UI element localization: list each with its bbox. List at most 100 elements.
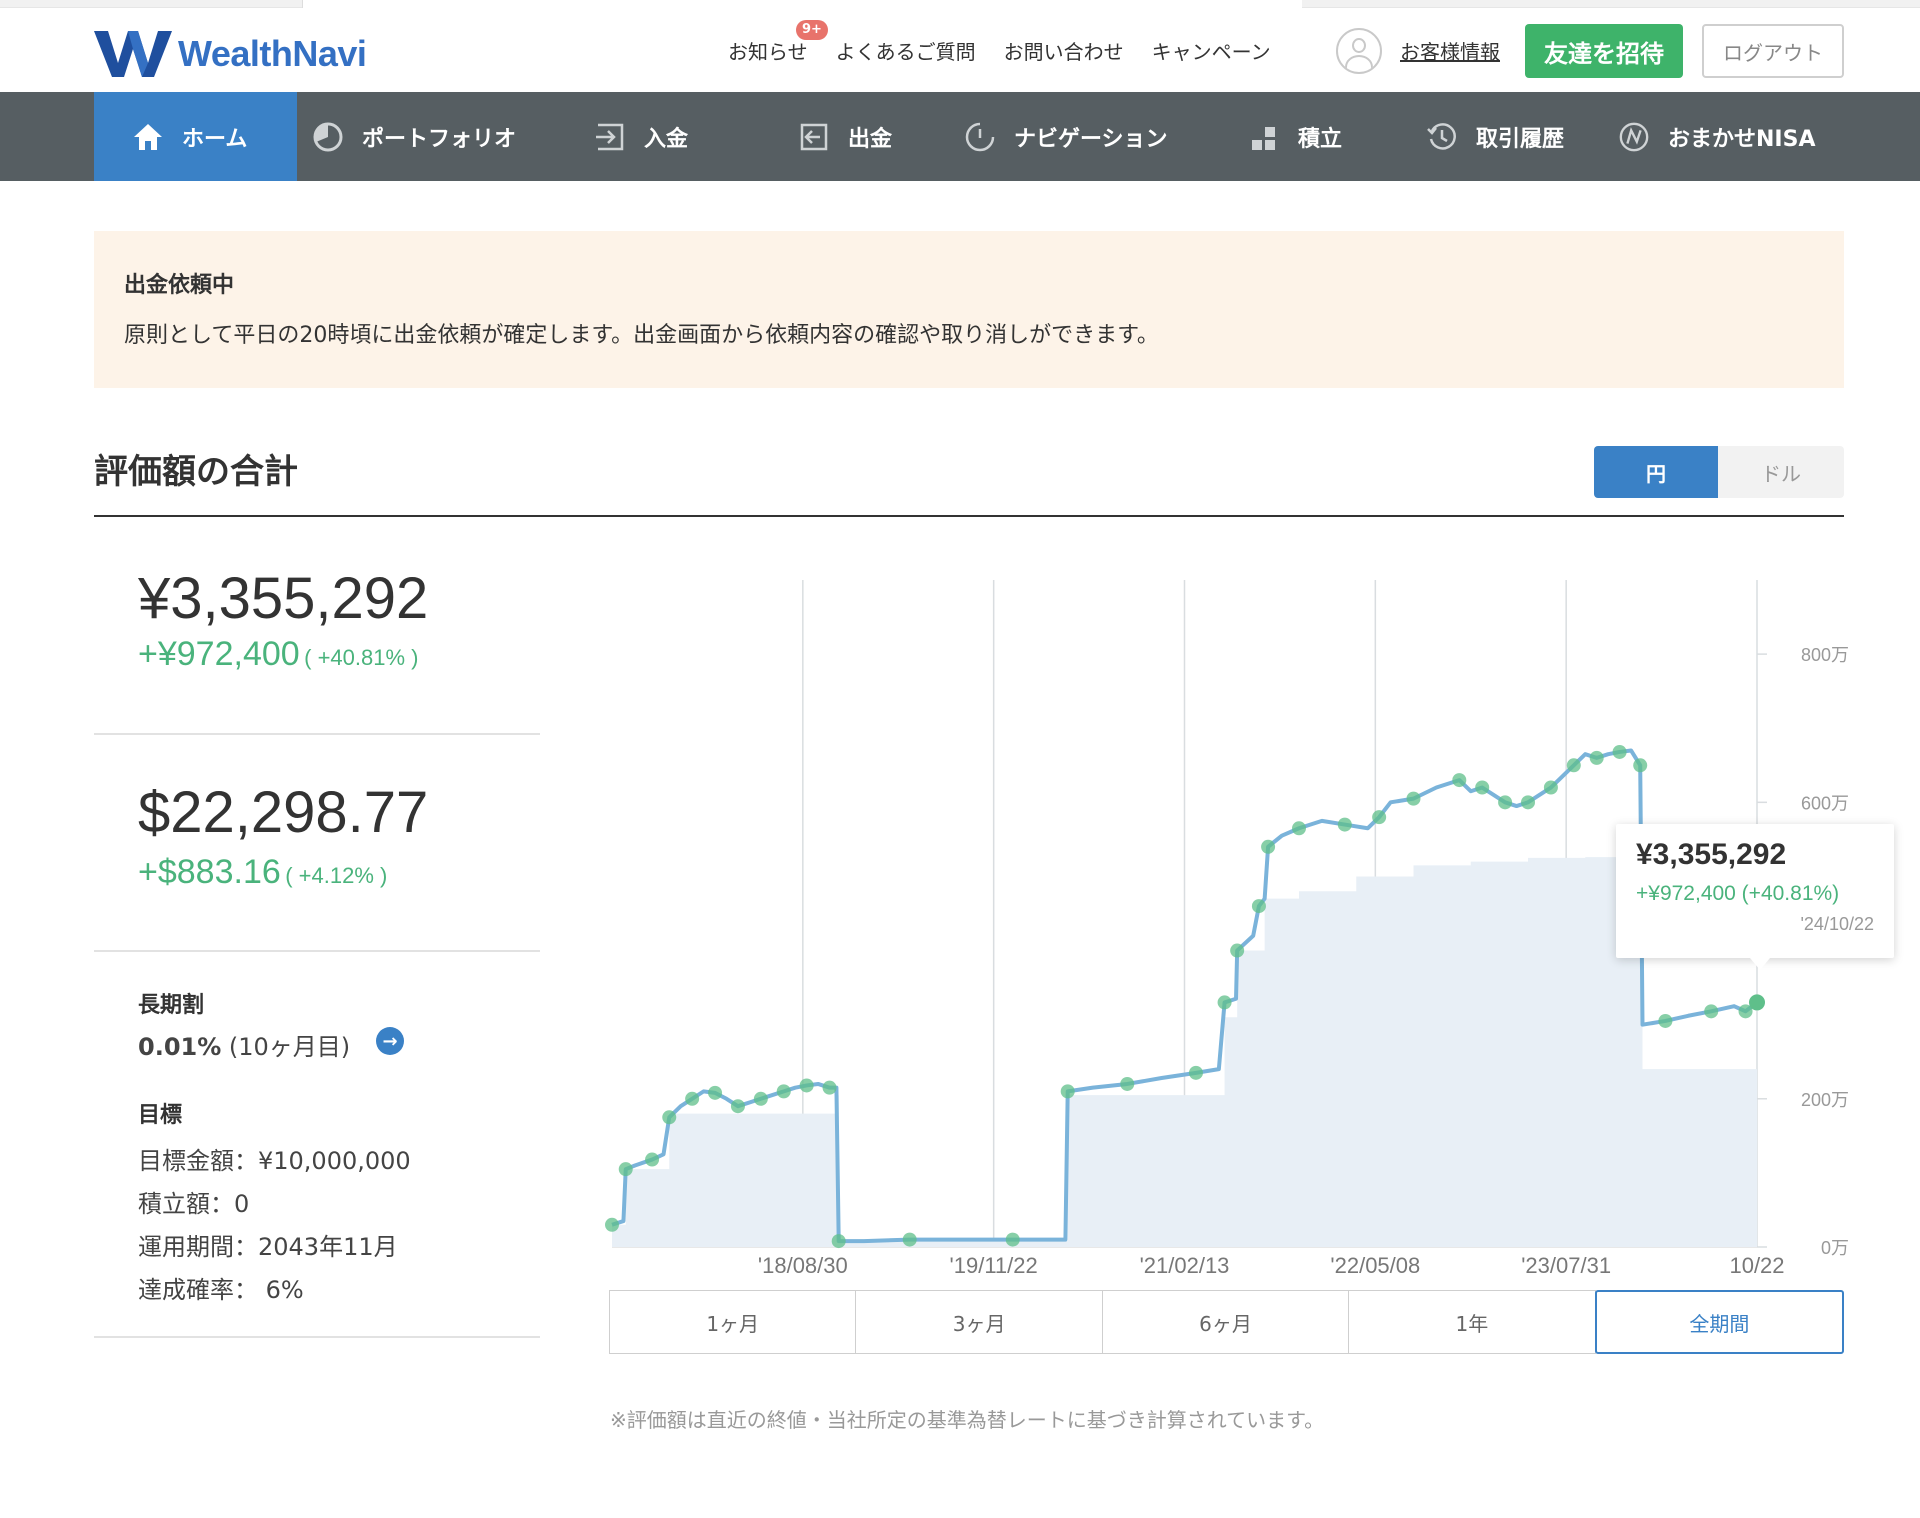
summary-divider	[94, 733, 540, 735]
footnote: ※評価額は直近の終値・当社所定の基準為替レートに基づき計算されています。	[610, 1408, 1325, 1432]
yen-gain: +¥972,400 ( +40.81% )	[138, 635, 418, 674]
home-icon	[132, 121, 164, 153]
alert-message: 原則として平日の20時頃に出金依頼が確定します。出金画面から依頼内容の確認や取り…	[124, 323, 1159, 348]
trade-point	[799, 1078, 814, 1093]
customer-info-link[interactable]: お客様情報	[1400, 36, 1500, 65]
goal-saving: 積立額：0	[138, 1190, 250, 1218]
logout-button[interactable]: ログアウト	[1702, 24, 1844, 78]
logo-w-icon	[94, 31, 172, 77]
currency-yen-button[interactable]: 円	[1594, 446, 1718, 498]
top-header: WealthNavi お知らせ 9+ よくあるご質問 お問い合わせ キャンペーン…	[0, 8, 1920, 92]
range-selector: 1ヶ月 3ヶ月 6ヶ月 1年 全期間	[609, 1290, 1845, 1354]
discount-months: (10ヶ月目)	[228, 1033, 351, 1061]
summary-divider	[94, 1336, 540, 1338]
history-icon	[1426, 121, 1458, 153]
trade-point	[822, 1080, 837, 1095]
arrow-right-icon[interactable]: →	[376, 1027, 404, 1055]
nav-item-label: 取引履歴	[1476, 126, 1565, 152]
trade-point	[1060, 1084, 1075, 1099]
trade-point	[1589, 750, 1604, 765]
notices-label: お知らせ	[728, 40, 808, 64]
trade-point	[1521, 795, 1535, 810]
nisa-icon	[1618, 121, 1650, 153]
trade-point	[618, 1162, 633, 1177]
trade-point	[605, 1217, 619, 1232]
blocks-icon	[1248, 121, 1280, 153]
x-tick-label: '23/07/31	[1521, 1253, 1611, 1278]
nav-item-deposit[interactable]: 入金	[594, 92, 688, 181]
trade-point	[662, 1110, 677, 1125]
range-1m-button[interactable]: 1ヶ月	[609, 1290, 857, 1354]
pie-chart-icon	[312, 121, 344, 153]
trade-point	[1217, 995, 1232, 1010]
summary-divider	[94, 950, 540, 952]
range-3m-button[interactable]: 3ヶ月	[855, 1290, 1103, 1354]
invite-friend-button[interactable]: 友達を招待	[1525, 24, 1683, 78]
usd-total: $22,298.77	[138, 780, 429, 845]
trade-point	[1372, 810, 1387, 825]
goal-amount: 目標金額：¥10,000,000	[138, 1147, 411, 1175]
faq-link[interactable]: よくあるご質問	[836, 36, 976, 65]
wealthnavi-logo[interactable]: WealthNavi	[94, 26, 367, 82]
trade-point	[1406, 791, 1421, 806]
nav-item-withdraw[interactable]: 出金	[798, 92, 892, 181]
nav-item-portfolio[interactable]: ポートフォリオ	[312, 92, 516, 181]
main-nav: ホーム ポートフォリオ 入金 出金 ナビゲーション 積立 取引履歴 おまかせNI…	[0, 92, 1920, 181]
yen-gain-percent: ( +40.81% )	[304, 645, 419, 670]
trade-point	[730, 1099, 745, 1114]
nav-item-label: おまかせNISA	[1668, 126, 1816, 152]
usd-gain-percent: ( +4.12% )	[285, 863, 388, 888]
range-6m-button[interactable]: 6ヶ月	[1101, 1290, 1350, 1354]
nav-item-label: ホーム	[182, 126, 248, 152]
tooltip-value: ¥3,355,292	[1636, 838, 1787, 871]
contact-link[interactable]: お問い合わせ	[1004, 36, 1124, 65]
usd-gain-amount: +$883.16	[138, 853, 281, 891]
alert-title: 出金依頼中	[124, 273, 235, 298]
trade-point	[1704, 1004, 1719, 1019]
user-avatar-icon[interactable]	[1336, 28, 1382, 74]
currency-dollar-button[interactable]: ドル	[1718, 446, 1844, 498]
trade-point	[645, 1152, 660, 1167]
nav-item-savings[interactable]: 積立	[1248, 92, 1342, 181]
trade-point	[831, 1234, 846, 1249]
logo-text: WealthNavi	[178, 33, 367, 74]
tooltip-gain: +¥972,400 (+40.81%)	[1636, 882, 1840, 905]
y-tick-label: 200万	[1801, 1090, 1849, 1110]
nav-item-nisa[interactable]: おまかせNISA	[1618, 92, 1815, 181]
y-tick-label: 0万	[1821, 1238, 1849, 1258]
trade-point	[1612, 744, 1627, 759]
goal-label: 目標	[138, 1103, 183, 1128]
notices-link[interactable]: お知らせ 9+	[728, 20, 828, 65]
nav-item-home[interactable]: ホーム	[94, 92, 297, 181]
range-all-button[interactable]: 全期間	[1594, 1290, 1845, 1354]
navigation-icon	[964, 121, 996, 153]
goal-probability: 達成確率： 6%	[138, 1276, 304, 1304]
trade-point	[708, 1085, 723, 1100]
nav-item-label: ポートフォリオ	[362, 126, 517, 152]
nav-item-label: 出金	[848, 126, 893, 152]
discount-value: 0.01% (10ヶ月目)	[138, 1027, 350, 1062]
x-tick-label: '21/02/13	[1140, 1253, 1230, 1278]
trade-point	[1251, 899, 1266, 914]
range-1y-button[interactable]: 1年	[1348, 1290, 1596, 1354]
campaign-link[interactable]: キャンペーン	[1152, 36, 1271, 65]
nav-item-label: 入金	[644, 126, 689, 152]
deposit-icon	[594, 121, 626, 153]
discount-rate: 0.01%	[138, 1033, 222, 1061]
nav-item-label: ナビゲーション	[1014, 126, 1168, 152]
discount-label: 長期割	[138, 993, 205, 1018]
currency-toggle: 円 ドル	[1594, 446, 1844, 498]
trade-point	[1658, 1013, 1673, 1028]
trade-point	[1633, 758, 1648, 773]
trade-point	[1230, 943, 1245, 958]
nav-item-navigation[interactable]: ナビゲーション	[964, 92, 1168, 181]
trade-point	[776, 1084, 791, 1099]
trade-point	[1188, 1065, 1203, 1080]
withdrawal-alert: 出金依頼中 原則として平日の20時頃に出金依頼が確定します。出金画面から依頼内容…	[94, 231, 1844, 388]
trade-point	[1292, 821, 1306, 836]
yen-gain-amount: +¥972,400	[138, 635, 300, 673]
section-title: 評価額の合計	[94, 452, 298, 492]
nav-item-history[interactable]: 取引履歴	[1426, 92, 1564, 181]
trade-point	[1261, 839, 1276, 854]
section-divider	[94, 515, 1844, 517]
